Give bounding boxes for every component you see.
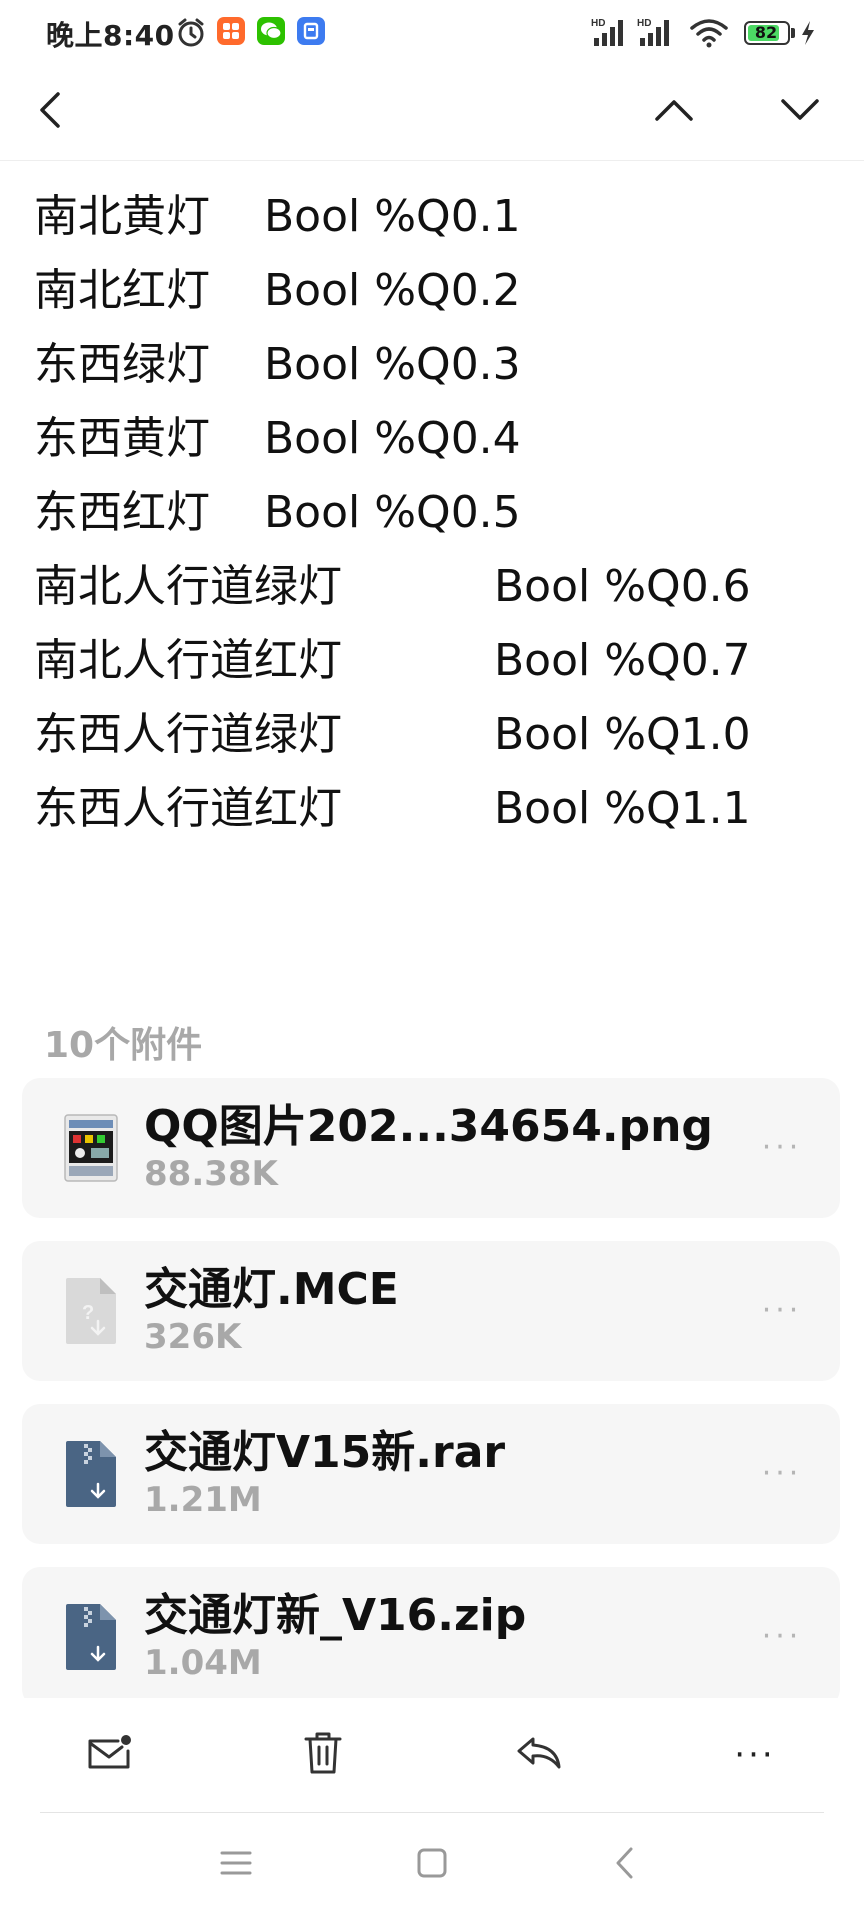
battery-nub [791, 28, 795, 38]
status-bar: 晚上8:40 HD HD 82 [0, 0, 864, 66]
attachment-list: QQ图片202...34654.png 88.38K ··· ? 交通灯.MCE… [22, 1078, 840, 1698]
reply-icon [515, 1733, 563, 1777]
hd-signal-1-icon: HD [590, 16, 630, 52]
attachment-size: 1.04M [144, 1643, 262, 1683]
more-dots-icon: ··· [761, 1619, 803, 1654]
charging-icon [800, 20, 816, 50]
menu-icon [220, 1849, 252, 1881]
variable-name: 南北红灯 [34, 265, 210, 316]
archive-file-icon [64, 1440, 118, 1508]
variable-type-address: Bool %Q0.4 [264, 413, 521, 464]
more-dots-icon: ··· [761, 1130, 803, 1165]
variable-name: 东西红灯 [34, 487, 210, 538]
attachment-item[interactable]: 交通灯新_V16.zip 1.04M ··· [22, 1567, 840, 1698]
home-button[interactable] [402, 1835, 462, 1895]
wifi-icon [690, 18, 728, 52]
next-email-button[interactable] [770, 82, 830, 142]
attachment-item[interactable]: 交通灯V15新.rar 1.21M ··· [22, 1404, 840, 1544]
attachment-name: 交通灯新_V16.zip [144, 1590, 527, 1641]
variable-row: 南北黄灯 Bool %Q0.1 [34, 180, 834, 254]
attachment-more-button[interactable]: ··· [752, 1454, 812, 1494]
blue-app-icon [297, 17, 325, 45]
attachment-size: 88.38K [144, 1154, 278, 1194]
chevron-down-icon [779, 97, 821, 127]
attachment-name: 交通灯V15新.rar [144, 1427, 506, 1478]
variable-row: 南北人行道绿灯 Bool %Q0.6 [34, 550, 834, 624]
delete-button[interactable] [288, 1720, 358, 1790]
recent-apps-button[interactable] [206, 1835, 266, 1895]
attachment-item[interactable]: QQ图片202...34654.png 88.38K ··· [22, 1078, 840, 1218]
wechat-app-icon [257, 17, 285, 45]
attachments-heading: 10个附件 [44, 1025, 203, 1066]
attachment-item[interactable]: ? 交通灯.MCE 326K ··· [22, 1241, 840, 1381]
more-dots-icon: ··· [761, 1456, 803, 1491]
previous-email-button[interactable] [644, 82, 704, 142]
variable-type-address: Bool %Q1.0 [494, 709, 751, 760]
variable-type-address: Bool %Q1.1 [494, 783, 751, 834]
variable-name: 东西黄灯 [34, 413, 210, 464]
mark-unread-icon [84, 1733, 134, 1777]
variable-name: 南北人行道红灯 [34, 635, 342, 686]
variable-name: 东西人行道红灯 [34, 783, 342, 834]
battery-icon: 82 [744, 21, 790, 45]
attachment-more-button[interactable]: ··· [752, 1128, 812, 1168]
variable-name: 东西人行道绿灯 [34, 709, 342, 760]
variable-type-address: Bool %Q0.5 [264, 487, 521, 538]
back-icon [613, 1846, 635, 1884]
attachment-more-button[interactable]: ··· [752, 1291, 812, 1331]
attachment-size: 1.21M [144, 1480, 262, 1520]
hd-signal-2-icon: HD [636, 16, 676, 52]
variable-row: 东西黄灯 Bool %Q0.4 [34, 402, 834, 476]
variable-type-address: Bool %Q0.7 [494, 635, 751, 686]
taobao-app-icon [217, 17, 245, 45]
delete-icon [303, 1730, 343, 1780]
variable-row: 东西人行道绿灯 Bool %Q1.0 [34, 698, 834, 772]
variable-type-address: Bool %Q0.1 [264, 191, 521, 242]
more-options-button[interactable]: ··· [720, 1720, 790, 1790]
svg-text:HD: HD [591, 18, 605, 29]
variable-type-address: Bool %Q0.6 [494, 561, 751, 612]
status-time: 晚上8:40 [46, 19, 175, 52]
attachment-more-button[interactable]: ··· [752, 1617, 812, 1657]
attachment-name: QQ图片202...34654.png [144, 1101, 713, 1152]
variable-name: 南北人行道绿灯 [34, 561, 342, 612]
variable-row: 东西绿灯 Bool %Q0.3 [34, 328, 834, 402]
chevron-up-icon [653, 97, 695, 127]
variable-row: 东西红灯 Bool %Q0.5 [34, 476, 834, 550]
top-nav [0, 66, 864, 161]
system-back-button[interactable] [594, 1835, 654, 1895]
variable-name: 东西绿灯 [34, 339, 210, 390]
system-navigation-bar [0, 1813, 864, 1920]
svg-text:HD: HD [637, 18, 651, 29]
more-icon: ··· [734, 1735, 776, 1775]
home-icon [416, 1847, 448, 1883]
email-body: 南北黄灯 Bool %Q0.1 南北红灯 Bool %Q0.2 东西绿灯 Boo… [34, 180, 834, 846]
back-button[interactable] [20, 82, 80, 142]
variable-name: 南北黄灯 [34, 191, 210, 242]
bottom-toolbar: ··· [0, 1700, 864, 1810]
variable-type-address: Bool %Q0.3 [264, 339, 521, 390]
attachment-name: 交通灯.MCE [144, 1264, 399, 1315]
mark-unread-button[interactable] [74, 1720, 144, 1790]
variable-row: 南北红灯 Bool %Q0.2 [34, 254, 834, 328]
unknown-file-icon: ? [64, 1277, 118, 1345]
variable-row: 东西人行道红灯 Bool %Q1.1 [34, 772, 834, 846]
more-dots-icon: ··· [761, 1293, 803, 1328]
archive-file-icon [64, 1603, 118, 1671]
reply-button[interactable] [504, 1720, 574, 1790]
svg-text:?: ? [82, 1302, 94, 1324]
chevron-left-icon [36, 90, 64, 134]
variable-row: 南北人行道红灯 Bool %Q0.7 [34, 624, 834, 698]
image-thumbnail-icon [64, 1114, 118, 1182]
battery-level: 82 [754, 23, 778, 42]
attachment-size: 326K [144, 1317, 242, 1357]
alarm-icon [176, 18, 206, 52]
variable-type-address: Bool %Q0.2 [264, 265, 521, 316]
